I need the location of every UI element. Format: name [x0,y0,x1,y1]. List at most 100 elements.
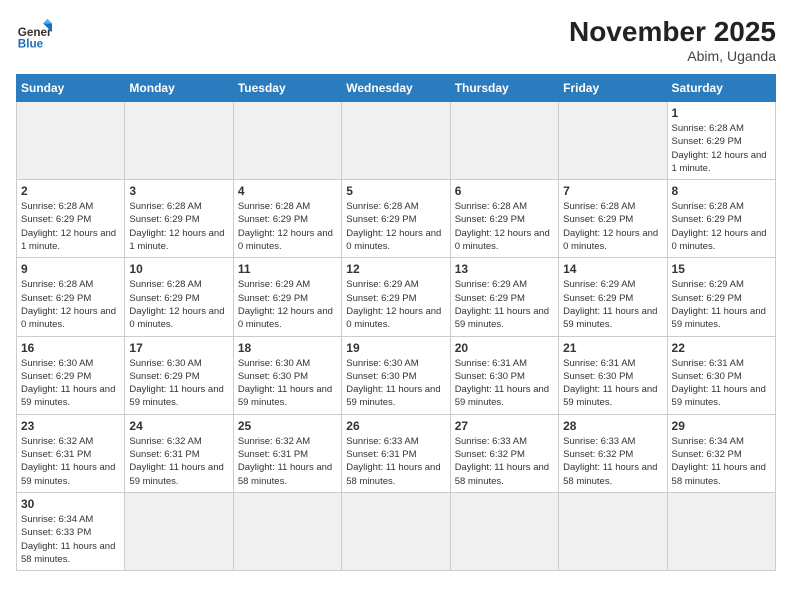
calendar-cell: 18Sunrise: 6:30 AMSunset: 6:30 PMDayligh… [233,336,341,414]
day-number: 15 [672,262,771,276]
day-info: Sunrise: 6:30 AMSunset: 6:29 PMDaylight:… [21,357,120,410]
day-info: Sunrise: 6:31 AMSunset: 6:30 PMDaylight:… [455,357,554,410]
calendar-week-row: 23 Sunrise: 6:32 AMSunset: 6:31 PMDayligh… [17,414,776,492]
day-number: 28 [563,419,662,433]
day-number: 17 [129,341,228,355]
calendar-cell: 27Sunrise: 6:33 AMSunset: 6:32 PMDayligh… [450,414,558,492]
calendar-cell [559,102,667,180]
weekday-header: Sunday [17,75,125,102]
calendar-cell: 11 Sunrise: 6:29 AMSunset: 6:29 PMDayligh… [233,258,341,336]
day-number: 10 [129,262,228,276]
day-number: 11 [238,262,337,276]
calendar-cell: 2Sunrise: 6:28 AMSunset: 6:29 PMDaylight… [17,180,125,258]
title-block: November 2025 Abim, Uganda [569,16,776,64]
calendar-week-row: 2Sunrise: 6:28 AMSunset: 6:29 PMDaylight… [17,180,776,258]
calendar-cell: 24Sunrise: 6:32 AMSunset: 6:31 PMDayligh… [125,414,233,492]
day-number: 30 [21,497,120,511]
day-info: Sunrise: 6:28 AMSunset: 6:29 PMDaylight:… [21,278,120,331]
calendar-title: November 2025 [569,16,776,48]
day-number: 22 [672,341,771,355]
logo: General Blue [16,16,52,52]
calendar-week-row: 30 Sunrise: 6:34 AMSunset: 6:33 PMDayligh… [17,492,776,570]
calendar-cell: 29 Sunrise: 6:34 AMSunset: 6:32 PMDayligh… [667,414,775,492]
calendar-cell: 26 Sunrise: 6:33 AMSunset: 6:31 PMDayligh… [342,414,450,492]
day-info: Sunrise: 6:29 AMSunset: 6:29 PMDaylight:… [238,278,337,331]
calendar-cell: 17 Sunrise: 6:30 AMSunset: 6:29 PMDayligh… [125,336,233,414]
weekday-header: Wednesday [342,75,450,102]
calendar-cell: 3Sunrise: 6:28 AMSunset: 6:29 PMDaylight… [125,180,233,258]
calendar-week-row: 1Sunrise: 6:28 AMSunset: 6:29 PMDaylight… [17,102,776,180]
calendar-cell [342,492,450,570]
day-number: 7 [563,184,662,198]
calendar-cell: 8 Sunrise: 6:28 AMSunset: 6:29 PMDaylight… [667,180,775,258]
calendar-cell: 20 Sunrise: 6:31 AMSunset: 6:30 PMDayligh… [450,336,558,414]
day-number: 23 [21,419,120,433]
weekday-header: Tuesday [233,75,341,102]
day-number: 24 [129,419,228,433]
day-number: 26 [346,419,445,433]
logo-icon: General Blue [16,16,52,52]
day-number: 12 [346,262,445,276]
day-number: 13 [455,262,554,276]
calendar-week-row: 16 Sunrise: 6:30 AMSunset: 6:29 PMDayligh… [17,336,776,414]
day-info: Sunrise: 6:32 AMSunset: 6:31 PMDaylight:… [21,435,120,488]
day-info: Sunrise: 6:31 AMSunset: 6:30 PMDaylight:… [563,357,662,410]
day-number: 20 [455,341,554,355]
day-info: Sunrise: 6:32 AMSunset: 6:31 PMDaylight:… [238,435,337,488]
calendar-cell: 19Sunrise: 6:30 AMSunset: 6:30 PMDayligh… [342,336,450,414]
day-info: Sunrise: 6:29 AMSunset: 6:29 PMDaylight:… [672,278,771,331]
day-info: Sunrise: 6:29 AMSunset: 6:29 PMDaylight:… [563,278,662,331]
day-info: Sunrise: 6:28 AMSunset: 6:29 PMDaylight:… [672,122,771,175]
day-info: Sunrise: 6:29 AMSunset: 6:29 PMDaylight:… [455,278,554,331]
day-number: 8 [672,184,771,198]
calendar-cell: 30 Sunrise: 6:34 AMSunset: 6:33 PMDayligh… [17,492,125,570]
weekday-header: Friday [559,75,667,102]
day-info: Sunrise: 6:34 AMSunset: 6:32 PMDaylight:… [672,435,771,488]
day-info: Sunrise: 6:30 AMSunset: 6:30 PMDaylight:… [346,357,445,410]
day-number: 9 [21,262,120,276]
calendar-cell [17,102,125,180]
calendar-cell [125,102,233,180]
calendar-cell [559,492,667,570]
calendar-cell: 12 Sunrise: 6:29 AMSunset: 6:29 PMDayligh… [342,258,450,336]
day-info: Sunrise: 6:30 AMSunset: 6:30 PMDaylight:… [238,357,337,410]
day-info: Sunrise: 6:30 AMSunset: 6:29 PMDaylight:… [129,357,228,410]
calendar-cell: 14 Sunrise: 6:29 AMSunset: 6:29 PMDayligh… [559,258,667,336]
calendar-cell: 16 Sunrise: 6:30 AMSunset: 6:29 PMDayligh… [17,336,125,414]
calendar-table: SundayMondayTuesdayWednesdayThursdayFrid… [16,74,776,571]
day-number: 14 [563,262,662,276]
calendar-cell [233,102,341,180]
calendar-cell [450,492,558,570]
day-info: Sunrise: 6:33 AMSunset: 6:31 PMDaylight:… [346,435,445,488]
day-info: Sunrise: 6:34 AMSunset: 6:33 PMDaylight:… [21,513,120,566]
day-info: Sunrise: 6:29 AMSunset: 6:29 PMDaylight:… [346,278,445,331]
calendar-cell: 4Sunrise: 6:28 AMSunset: 6:29 PMDaylight… [233,180,341,258]
day-number: 16 [21,341,120,355]
day-info: Sunrise: 6:28 AMSunset: 6:29 PMDaylight:… [346,200,445,253]
day-number: 27 [455,419,554,433]
calendar-cell: 23 Sunrise: 6:32 AMSunset: 6:31 PMDayligh… [17,414,125,492]
calendar-cell: 10 Sunrise: 6:28 AMSunset: 6:29 PMDayligh… [125,258,233,336]
day-number: 21 [563,341,662,355]
day-info: Sunrise: 6:28 AMSunset: 6:29 PMDaylight:… [129,200,228,253]
calendar-cell: 9 Sunrise: 6:28 AMSunset: 6:29 PMDaylight… [17,258,125,336]
calendar-cell [450,102,558,180]
day-number: 25 [238,419,337,433]
weekday-header-row: SundayMondayTuesdayWednesdayThursdayFrid… [17,75,776,102]
page-header: General Blue November 2025 Abim, Uganda [16,16,776,64]
weekday-header: Thursday [450,75,558,102]
weekday-header: Monday [125,75,233,102]
day-number: 4 [238,184,337,198]
calendar-cell: 21 Sunrise: 6:31 AMSunset: 6:30 PMDayligh… [559,336,667,414]
day-info: Sunrise: 6:28 AMSunset: 6:29 PMDaylight:… [672,200,771,253]
day-info: Sunrise: 6:28 AMSunset: 6:29 PMDaylight:… [21,200,120,253]
calendar-subtitle: Abim, Uganda [569,48,776,64]
day-number: 6 [455,184,554,198]
day-number: 29 [672,419,771,433]
calendar-cell: 5Sunrise: 6:28 AMSunset: 6:29 PMDaylight… [342,180,450,258]
calendar-cell: 28Sunrise: 6:33 AMSunset: 6:32 PMDayligh… [559,414,667,492]
day-info: Sunrise: 6:28 AMSunset: 6:29 PMDaylight:… [455,200,554,253]
calendar-cell: 7Sunrise: 6:28 AMSunset: 6:29 PMDaylight… [559,180,667,258]
day-info: Sunrise: 6:28 AMSunset: 6:29 PMDaylight:… [129,278,228,331]
calendar-cell: 6 Sunrise: 6:28 AMSunset: 6:29 PMDaylight… [450,180,558,258]
